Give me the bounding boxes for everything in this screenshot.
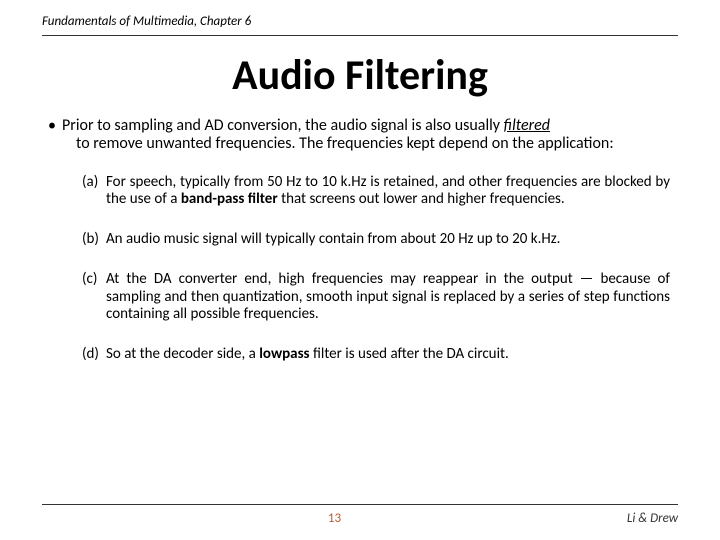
authors: Li & Drew <box>627 511 678 526</box>
intro-filtered-word: filtered <box>504 116 550 135</box>
list-item: (c) At the DA converter end, high freque… <box>82 271 670 324</box>
bullet-dot: • <box>48 117 62 154</box>
item-label: (c) <box>82 271 106 324</box>
page-number: 13 <box>42 511 627 526</box>
footer: 13 Li & Drew <box>42 504 678 526</box>
footer-divider <box>42 504 678 505</box>
page-title: Audio Filtering <box>42 50 678 101</box>
intro-paragraph: • Prior to sampling and AD conversion, t… <box>42 117 678 154</box>
item-text: So at the decoder side, a lowpass filter… <box>106 346 670 364</box>
item-text: At the DA converter end, high frequencie… <box>106 271 670 324</box>
item-label: (b) <box>82 231 106 249</box>
header-divider <box>42 35 678 36</box>
items-list: (a) For speech, typically from 50 Hz to … <box>42 174 678 364</box>
slide-page: Fundamentals of Multimedia, Chapter 6 Au… <box>0 0 720 540</box>
item-text: For speech, typically from 50 Hz to 10 k… <box>106 174 670 209</box>
chapter-header: Fundamentals of Multimedia, Chapter 6 <box>42 14 678 33</box>
list-item: (b) An audio music signal will typically… <box>82 231 670 249</box>
item-label: (a) <box>82 174 106 209</box>
item-text: An audio music signal will typically con… <box>106 231 670 249</box>
intro-line2: to remove unwanted frequencies. The freq… <box>62 135 614 153</box>
item-label: (d) <box>82 346 106 364</box>
intro-line1: Prior to sampling and AD conversion, the… <box>62 116 504 135</box>
list-item: (a) For speech, typically from 50 Hz to … <box>82 174 670 209</box>
list-item: (d) So at the decoder side, a lowpass fi… <box>82 346 670 364</box>
